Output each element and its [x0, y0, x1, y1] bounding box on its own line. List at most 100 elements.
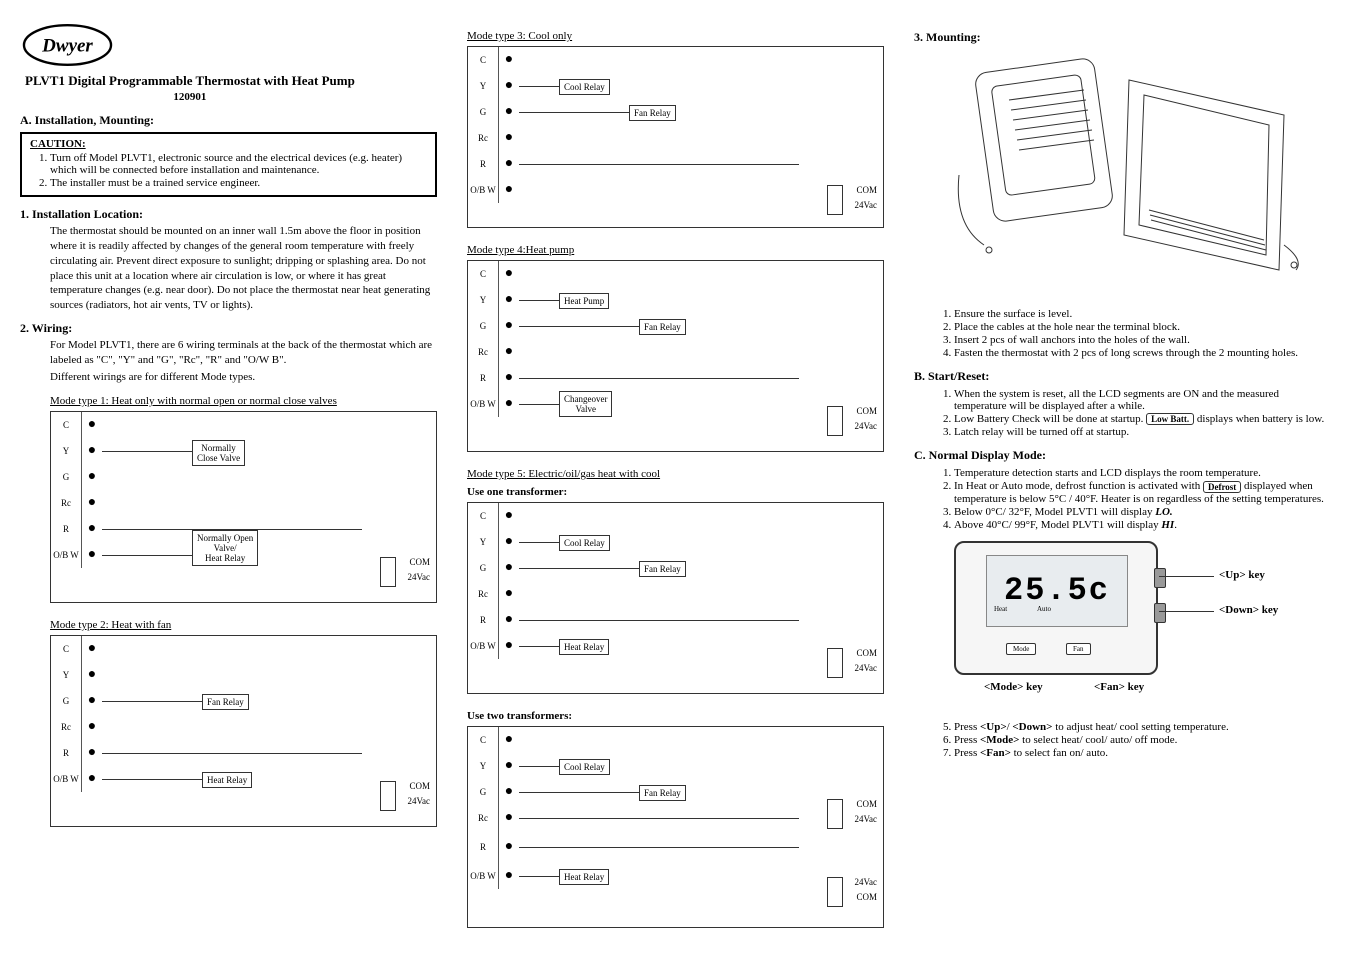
- start-reset-item: Latch relay will be turned off at startu…: [954, 426, 1331, 438]
- supply-com: COM: [856, 185, 877, 195]
- mode3-diagram: C● Y● Cool Relay G● Fan Relay Rc● R● O/B…: [467, 46, 884, 228]
- supply-com: COM: [856, 648, 877, 658]
- mode-key-label: <Mode> key: [984, 681, 1043, 693]
- cool-relay-box: Cool Relay: [559, 535, 610, 551]
- heat-relay-box: Heat Relay: [559, 869, 609, 885]
- terminal-c: C: [51, 636, 82, 662]
- terminal-rc: Rc: [468, 805, 499, 831]
- normal-display-item: Press <Mode> to select heat/ cool/ auto/…: [954, 734, 1331, 746]
- caution-item: Turn off Model PLVT1, electronic source …: [50, 152, 427, 176]
- up-button[interactable]: [1154, 568, 1166, 588]
- installation-location-text: The thermostat should be mounted on an i…: [50, 224, 437, 313]
- fan-relay-box: Fan Relay: [202, 694, 249, 710]
- heat-relay-box: Heat Relay: [559, 639, 609, 655]
- mode5b-diagram: C● Y● Cool Relay G● Fan Relay Rc● R● O/B…: [467, 726, 884, 928]
- doc-id: 120901: [25, 91, 355, 103]
- supply-24vac: 24Vac: [855, 663, 878, 673]
- normally-open-valve-box: Normally Open Valve/ Heat Relay: [192, 530, 258, 566]
- terminal-y: Y: [468, 287, 499, 313]
- terminal-rc: Rc: [468, 581, 499, 607]
- caution-heading: CAUTION:: [30, 138, 86, 150]
- cool-relay-box: Cool Relay: [559, 79, 610, 95]
- terminal-ow: O/B W: [468, 177, 499, 203]
- mode4-caption: Mode type 4:Heat pump: [467, 244, 884, 256]
- use-two-transformers: Use two transformers:: [467, 710, 884, 722]
- start-reset-item: When the system is reset, all the LCD se…: [954, 388, 1331, 412]
- mode-button[interactable]: Mode: [1006, 643, 1036, 655]
- terminal-r: R: [51, 516, 82, 542]
- section-a-heading: A. Installation, Mounting:: [20, 113, 437, 128]
- supply-com: COM: [409, 557, 430, 567]
- mode5-caption: Mode type 5: Electric/oil/gas heat with …: [467, 468, 884, 480]
- normal-display-item: Press <Fan> to select fan on/ auto.: [954, 747, 1331, 759]
- terminal-y: Y: [468, 753, 499, 779]
- normal-display-item: Above 40°C/ 99°F, Model PLVT1 will displ…: [954, 519, 1331, 531]
- doc-title: PLVT1 Digital Programmable Thermostat wi…: [25, 73, 355, 89]
- terminal-c: C: [468, 47, 499, 73]
- section-b-heading: B. Start/Reset:: [914, 369, 1331, 384]
- down-button[interactable]: [1154, 603, 1166, 623]
- normal-display-item: Temperature detection starts and LCD dis…: [954, 467, 1331, 479]
- terminal-g: G: [468, 779, 499, 805]
- mode1-diagram: C● Y● Normally Close Valve G● Rc● R● O/B…: [50, 411, 437, 603]
- terminal-y: Y: [51, 438, 82, 464]
- terminal-r: R: [51, 740, 82, 766]
- lcd-screen: 25.5c: [986, 555, 1128, 627]
- mount-step: Place the cables at the hole near the te…: [954, 321, 1331, 333]
- section-c-heading: C. Normal Display Mode:: [914, 448, 1331, 463]
- normal-display-item: In Heat or Auto mode, defrost function i…: [954, 480, 1331, 504]
- caution-box: CAUTION: Turn off Model PLVT1, electroni…: [20, 132, 437, 197]
- down-key-label: <Down> key: [1219, 604, 1278, 616]
- terminal-c: C: [468, 503, 499, 529]
- terminal-ow: O/B W: [468, 633, 499, 659]
- terminal-r: R: [468, 151, 499, 177]
- terminal-rc: Rc: [468, 125, 499, 151]
- supply-24vac: 24Vac: [855, 421, 878, 431]
- terminal-g: G: [468, 313, 499, 339]
- mount-step: Fasten the thermostat with 2 pcs of long…: [954, 347, 1331, 359]
- changeover-valve-box: Changeover Valve: [559, 391, 612, 417]
- mode5a-diagram: C● Y● Cool Relay G● Fan Relay Rc● R● O/B…: [467, 502, 884, 694]
- normal-display-item: Press <Up>/ <Down> to adjust heat/ cool …: [954, 721, 1331, 733]
- wiring-text: Different wirings are for different Mode…: [50, 370, 437, 385]
- supply-24vac: 24Vac: [855, 200, 878, 210]
- supply-com: COM: [856, 406, 877, 416]
- use-one-transformer: Use one transformer:: [467, 486, 884, 498]
- mount-step: Ensure the surface is level.: [954, 308, 1331, 320]
- low-batt-badge: Low Batt.: [1146, 413, 1194, 425]
- supply-24vac: 24Vac: [855, 877, 878, 887]
- fan-button[interactable]: Fan: [1066, 643, 1091, 655]
- fan-relay-box: Fan Relay: [639, 319, 686, 335]
- terminal-ow: O/B W: [51, 542, 82, 568]
- terminal-y: Y: [468, 529, 499, 555]
- terminal-ow: O/B W: [51, 766, 82, 792]
- wiring-heading: 2. Wiring:: [20, 321, 437, 336]
- heat-relay-box: Heat Relay: [202, 772, 252, 788]
- terminal-rc: Rc: [51, 714, 82, 740]
- terminal-c: C: [468, 261, 499, 287]
- mode2-caption: Mode type 2: Heat with fan: [50, 619, 437, 631]
- defrost-badge: Defrost: [1203, 481, 1241, 493]
- terminal-c: C: [468, 727, 499, 753]
- supply-24vac: 24Vac: [855, 814, 878, 824]
- terminal-rc: Rc: [468, 339, 499, 365]
- up-key-label: <Up> key: [1219, 569, 1265, 581]
- terminal-y: Y: [51, 662, 82, 688]
- mode4-diagram: C● Y● Heat Pump G● Fan Relay Rc● R● O/B …: [467, 260, 884, 452]
- supply-com: COM: [856, 799, 877, 809]
- start-reset-item: Low Battery Check will be done at startu…: [954, 413, 1331, 425]
- fan-relay-box: Fan Relay: [629, 105, 676, 121]
- terminal-c: C: [51, 412, 82, 438]
- fan-key-label: <Fan> key: [1094, 681, 1144, 693]
- terminal-g: G: [51, 688, 82, 714]
- terminal-g: G: [468, 99, 499, 125]
- normally-close-valve-box: Normally Close Valve: [192, 440, 245, 466]
- installation-location-heading: 1. Installation Location:: [20, 207, 437, 222]
- mode1-caption: Mode type 1: Heat only with normal open …: [50, 395, 437, 407]
- supply-24vac: 24Vac: [408, 572, 431, 582]
- dwyer-logo: Dwyer: [20, 20, 115, 73]
- terminal-y: Y: [468, 73, 499, 99]
- terminal-ow: O/B W: [468, 863, 499, 889]
- svg-text:Dwyer: Dwyer: [41, 35, 93, 56]
- terminal-rc: Rc: [51, 490, 82, 516]
